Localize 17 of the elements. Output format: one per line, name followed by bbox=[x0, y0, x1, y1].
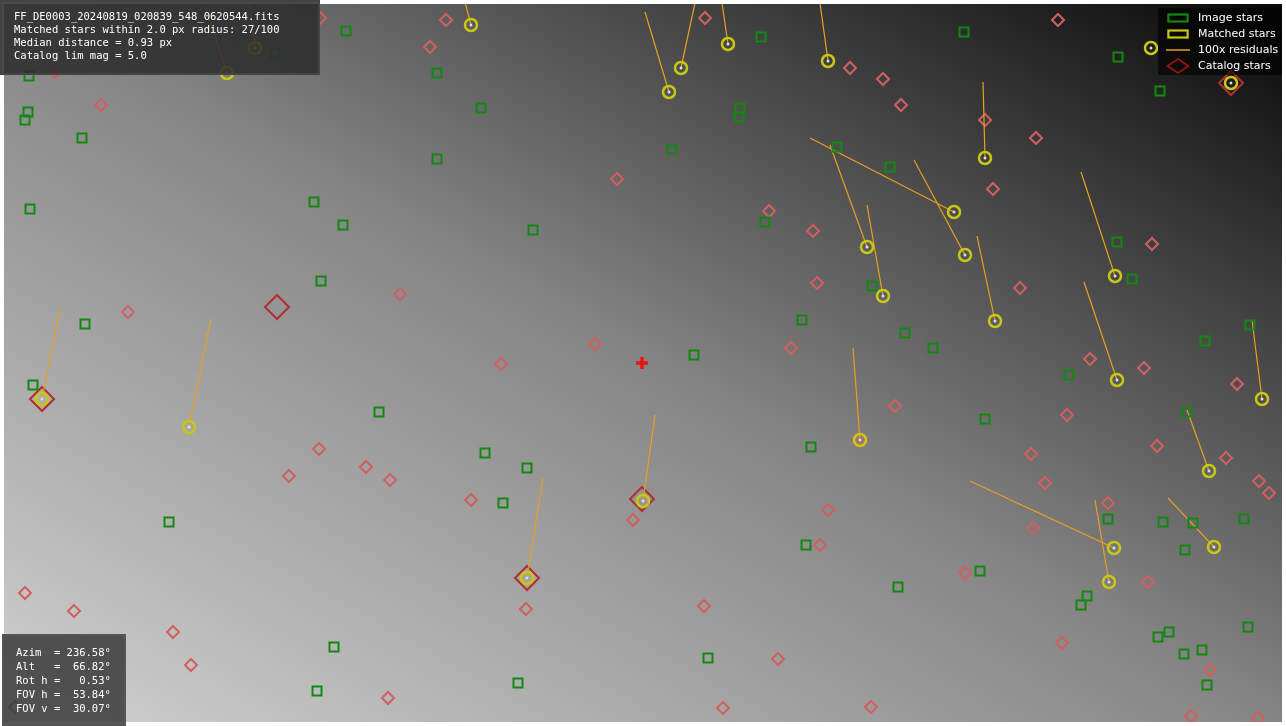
legend-label: Image stars bbox=[1198, 10, 1263, 25]
info-text: Matched stars within 2.0 px radius: 27/100 bbox=[14, 23, 281, 36]
pointing-text: Alt = 66.82° bbox=[16, 659, 112, 673]
info-text: FF_DE0003_20240819_020839_548_0620544.fits bbox=[14, 10, 281, 23]
image-marker-icon bbox=[1164, 10, 1192, 25]
info-text: Catalog lim mag = 5.0 bbox=[14, 49, 148, 62]
pointing-text: FOV h = 53.84° bbox=[16, 687, 112, 701]
residual-marker-icon bbox=[1164, 48, 1192, 51]
matched-marker-icon bbox=[1164, 26, 1192, 41]
catalog-marker-icon bbox=[1164, 58, 1192, 73]
pointing-text: FOV v = 30.07° bbox=[16, 701, 112, 715]
legend-label: Matched stars bbox=[1198, 26, 1276, 41]
legend-label: 100x residuals bbox=[1198, 42, 1279, 57]
pointing-text: Azim = 236.58° bbox=[16, 645, 112, 659]
pointing-text: Rot h = 0.53° bbox=[16, 673, 112, 687]
info-text: Median distance = 0.93 px bbox=[14, 36, 174, 49]
legend-label: Catalog stars bbox=[1198, 58, 1271, 73]
